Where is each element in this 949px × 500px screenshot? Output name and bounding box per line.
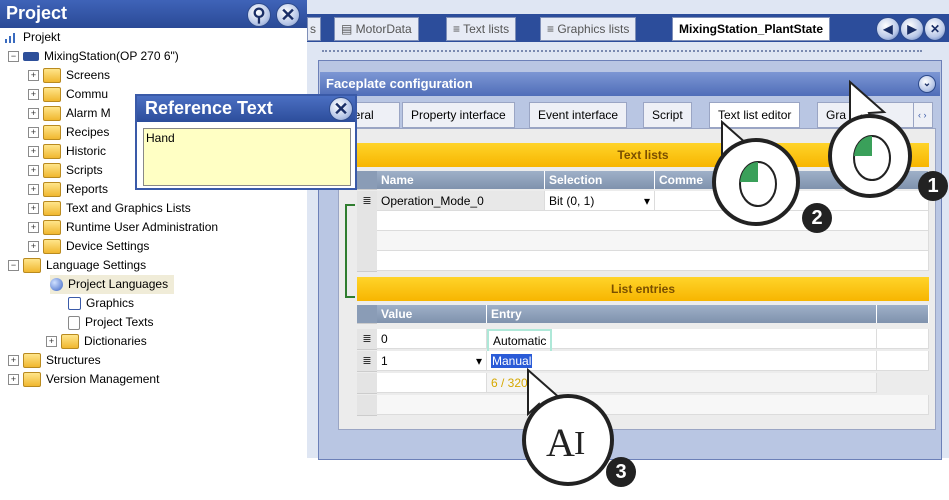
mouse-callout-1 xyxy=(828,114,912,198)
step-badge-2: 2 xyxy=(802,203,832,233)
text-cursor-callout-3: A I xyxy=(522,394,614,486)
cursor-arrow-icon xyxy=(527,79,887,428)
step-badge-3: 3 xyxy=(606,457,636,487)
svg-text:I: I xyxy=(574,425,585,462)
mouse-callout-2 xyxy=(712,138,800,226)
step-number: 1 xyxy=(927,175,939,197)
step-badge-1: 1 xyxy=(918,171,948,201)
step-number: 3 xyxy=(615,461,627,483)
step-number: 2 xyxy=(811,207,823,229)
svg-text:A: A xyxy=(546,420,575,465)
annotation-overlay: A I xyxy=(522,79,912,486)
